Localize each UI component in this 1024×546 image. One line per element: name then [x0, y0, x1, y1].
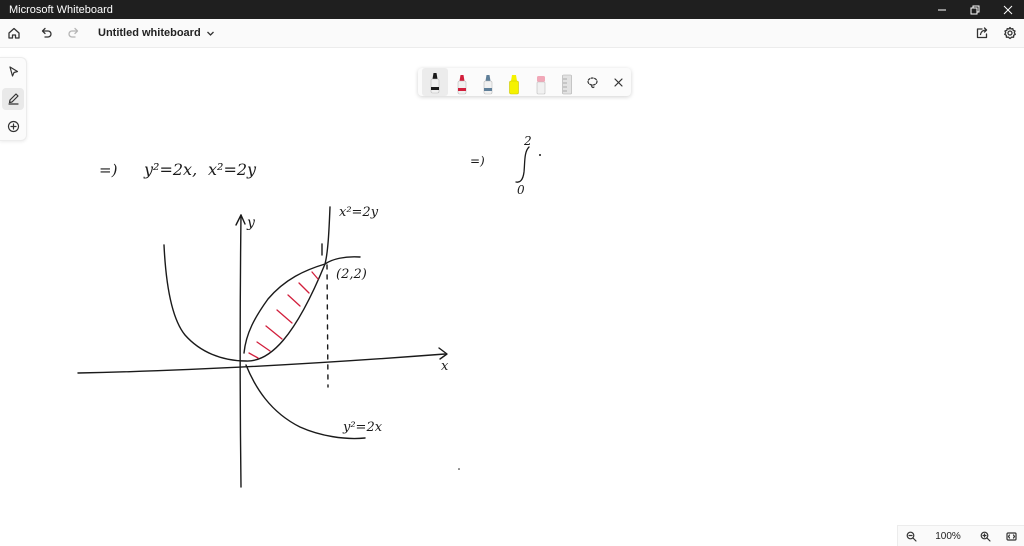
- eraser[interactable]: [528, 68, 554, 96]
- equation-y2-2x: y²=2x,: [143, 160, 197, 179]
- black-pen[interactable]: [422, 68, 449, 96]
- document-title-menu[interactable]: Untitled whiteboard: [98, 27, 215, 39]
- select-icon: [8, 66, 18, 77]
- document-title: Untitled whiteboard: [98, 27, 201, 39]
- restore-icon: [970, 5, 979, 14]
- integral-upper-limit: 2: [523, 134, 532, 148]
- settings-button[interactable]: [996, 19, 1024, 47]
- hatch-line: [287, 294, 301, 307]
- undo-button[interactable]: [32, 19, 60, 47]
- fit-to-screen-button[interactable]: [998, 526, 1024, 546]
- redo-button[interactable]: [60, 19, 88, 47]
- parabola-x2-2y: [243, 206, 331, 354]
- share-icon: [976, 27, 988, 39]
- app-toolbar: Untitled whiteboard: [0, 19, 1024, 48]
- label-y2-2x: y²=2x: [342, 420, 383, 435]
- close-icon: [1003, 5, 1012, 14]
- restore-button[interactable]: [958, 0, 991, 19]
- zoom-level[interactable]: 100%: [924, 531, 972, 542]
- hatch-line: [298, 282, 310, 294]
- lasso-icon: [587, 76, 599, 88]
- tool-rail: [0, 57, 27, 141]
- ink-dot: [539, 154, 541, 156]
- marker-icon: [483, 75, 493, 95]
- hatch-line: [276, 309, 293, 324]
- redo-icon: [68, 27, 79, 38]
- select-tool-button[interactable]: [2, 61, 24, 83]
- close-icon: [614, 77, 623, 87]
- zoom-in-icon: [980, 531, 991, 542]
- home-button[interactable]: [0, 19, 28, 47]
- share-button[interactable]: [968, 19, 996, 47]
- hatch-line: [265, 325, 283, 340]
- marker-icon: [457, 75, 466, 95]
- red-pen[interactable]: [448, 68, 474, 96]
- axis-label-y: y: [246, 215, 256, 231]
- hatch-line: [311, 271, 319, 280]
- chevron-down-icon: [206, 31, 214, 36]
- fit-to-screen-icon: [1005, 531, 1017, 541]
- x-axis-stroke: [77, 353, 446, 374]
- add-icon: [7, 120, 19, 132]
- close-window-button[interactable]: [991, 0, 1024, 19]
- zoom-in-button[interactable]: [972, 526, 998, 546]
- zoom-controls: 100%: [897, 525, 1024, 546]
- home-icon: [8, 27, 20, 39]
- ink-dot: [458, 468, 460, 470]
- integral-lower-limit: 0: [517, 183, 525, 197]
- window-title: Microsoft Whiteboard: [9, 3, 113, 16]
- dashed-line-x-2: [326, 264, 329, 388]
- gear-icon: [1004, 26, 1016, 40]
- label-point-2-2: (2,2): [336, 267, 367, 282]
- pen-tray: [418, 68, 631, 96]
- marker-icon: [430, 73, 440, 94]
- integral-sign: [515, 146, 530, 183]
- hatch-line: [256, 341, 271, 352]
- highlighter-icon: [509, 75, 520, 95]
- y-axis-stroke: [239, 214, 242, 488]
- minimize-icon: [937, 9, 946, 10]
- pen-icon: [7, 93, 19, 106]
- title-bar: Microsoft Whiteboard: [0, 0, 1024, 19]
- yellow-highlighter[interactable]: [501, 68, 527, 96]
- ruler[interactable]: [554, 68, 580, 96]
- ruler-icon: [562, 74, 572, 95]
- blue-pen[interactable]: [475, 68, 501, 96]
- parabola-y2-2x: [163, 244, 361, 362]
- whiteboard-canvas[interactable]: =) y²=2x, x²=2y x²=2y (2,2) y²=2x x y =)…: [0, 47, 1024, 546]
- zoom-out-button[interactable]: [898, 526, 924, 546]
- hatch-line: [248, 352, 259, 359]
- pen-tool-button[interactable]: [2, 87, 24, 110]
- label-x2-2y: x²=2y: [339, 205, 379, 220]
- lasso-select-button[interactable]: [580, 68, 605, 96]
- minimize-button[interactable]: [925, 0, 958, 19]
- undo-icon: [41, 27, 52, 38]
- equation-x2-2y: x²=2y: [208, 160, 257, 179]
- ink-layer: =) y²=2x, x²=2y x²=2y (2,2) y²=2x x y =)…: [77, 134, 541, 488]
- equation-arrow: =): [99, 161, 118, 179]
- axis-label-x: x: [441, 359, 449, 374]
- close-pen-tray-button[interactable]: [606, 68, 631, 96]
- add-tool-button[interactable]: [2, 115, 24, 137]
- eraser-icon: [536, 76, 545, 95]
- zoom-out-icon: [906, 531, 917, 542]
- right-arrow: =): [470, 154, 485, 168]
